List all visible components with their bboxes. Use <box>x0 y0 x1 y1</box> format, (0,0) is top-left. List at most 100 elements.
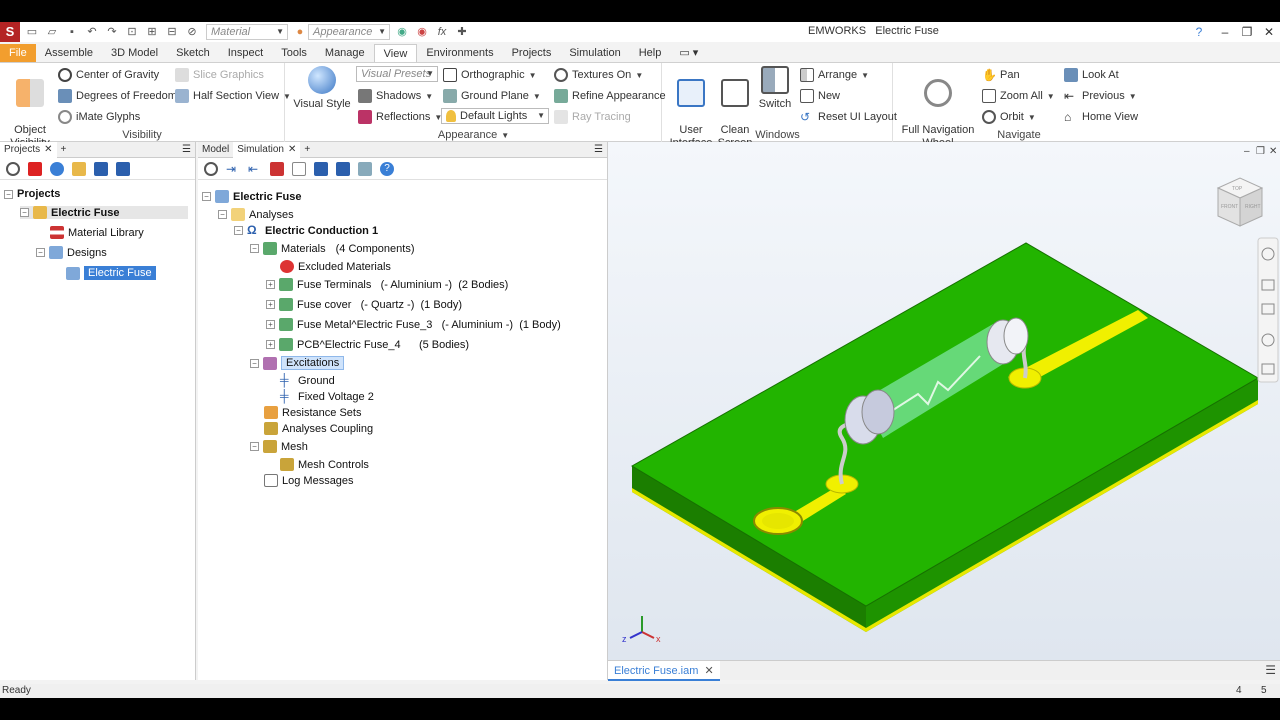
close-icon[interactable]: ✕ <box>288 144 296 155</box>
tree-node-excitations[interactable]: − Excitations <box>250 356 345 370</box>
close-button[interactable]: ✕ <box>1258 22 1280 42</box>
reflections-button[interactable]: Reflections ▼ <box>358 110 442 124</box>
ground-plane-button[interactable]: Ground Plane ▼ <box>443 89 541 103</box>
tree-node-designs[interactable]: − Designs <box>36 246 107 259</box>
tab-simulation-panel[interactable]: Simulation ✕ <box>233 141 301 158</box>
minimize-button[interactable]: – <box>1214 22 1236 42</box>
collapse-icon[interactable]: − <box>218 210 227 219</box>
tab-sketch[interactable]: Sketch <box>167 44 219 62</box>
help-icon[interactable]: ? <box>380 161 394 176</box>
restore-button[interactable]: ❐ <box>1236 22 1258 42</box>
tree-node-ground[interactable]: ╪ Ground <box>280 374 335 387</box>
expand-icon[interactable]: + <box>266 320 275 329</box>
visual-style-button[interactable]: Visual Style <box>292 66 352 111</box>
viewport-close-icon[interactable]: ✕ <box>1269 146 1277 157</box>
display-icon[interactable] <box>314 161 328 176</box>
ribbon-options-icon[interactable]: ▭ ▾ <box>670 44 707 62</box>
app-logo-icon[interactable]: S <box>0 22 20 42</box>
shadows-button[interactable]: Shadows ▼ <box>358 89 433 103</box>
tab-file[interactable]: File <box>0 44 36 62</box>
refresh-icon[interactable] <box>50 161 64 176</box>
search-icon[interactable] <box>204 161 218 176</box>
tree-node-fixed-voltage[interactable]: ╪ Fixed Voltage 2 <box>280 390 374 403</box>
collapse-icon[interactable]: − <box>20 208 29 217</box>
search-icon[interactable] <box>6 161 20 176</box>
close-icon[interactable]: ✕ <box>704 665 713 677</box>
select-icon[interactable]: ⊡ <box>124 24 140 40</box>
collapse-icon[interactable]: − <box>250 244 259 253</box>
home-view-button[interactable]: ⌂ Home View <box>1064 110 1138 124</box>
measure-icon[interactable]: ⊞ <box>144 24 160 40</box>
slice-graphics-button[interactable]: Slice Graphics <box>175 68 264 82</box>
look-at-button[interactable]: Look At <box>1064 68 1119 82</box>
delete-icon[interactable] <box>28 161 42 176</box>
viewcube[interactable]: TOP FRONT RIGHT <box>1216 177 1264 227</box>
tree-node-fuse-cover[interactable]: + Fuse cover (- Quartz -) (1 Body) <box>266 298 462 311</box>
tab-simulation[interactable]: Simulation <box>560 44 629 62</box>
tree-node-design-electric-fuse[interactable]: Electric Fuse <box>66 266 156 280</box>
lighting-select[interactable]: Default Lights ▼ <box>441 108 549 124</box>
tree-node-resistance-sets[interactable]: Resistance Sets <box>264 406 361 419</box>
tree-node-excluded-materials[interactable]: Excluded Materials <box>280 260 391 273</box>
degrees-of-freedom-button[interactable]: Degrees of Freedom <box>58 89 177 103</box>
tree-node-electric-fuse-project[interactable]: − Electric Fuse <box>20 206 188 219</box>
collapse-icon[interactable]: − <box>250 442 259 451</box>
zoom-all-button[interactable]: Zoom All ▼ <box>982 89 1055 103</box>
collapse-icon[interactable]: − <box>202 192 211 201</box>
tree-node-electric-fuse-root[interactable]: − Electric Fuse <box>202 190 301 203</box>
tree-node-analyses[interactable]: − Analyses <box>218 208 294 221</box>
appearance-group-label[interactable]: Appearance ▼ <box>286 129 661 141</box>
redo-icon[interactable]: ↷ <box>104 24 120 40</box>
copy-icon[interactable] <box>292 161 306 176</box>
tab-assemble[interactable]: Assemble <box>36 44 102 62</box>
help-icon[interactable]: ? <box>1184 22 1214 42</box>
visual-presets-select[interactable]: Visual Presets ▼ <box>356 66 438 82</box>
collapse-icon[interactable]: − <box>4 189 13 199</box>
tree-node-mesh-controls[interactable]: Mesh Controls <box>280 458 369 471</box>
tab-model[interactable]: Model <box>198 144 233 155</box>
viewport-restore-icon[interactable]: ❐ <box>1256 146 1265 157</box>
clear-appearance-icon[interactable]: ◉ <box>414 24 430 40</box>
tab-projects-panel[interactable]: Projects ✕ <box>0 141 57 158</box>
navigation-bar[interactable] <box>1257 237 1279 383</box>
collapse-icon[interactable]: − <box>234 226 243 235</box>
update-icon[interactable]: ⊟ <box>164 24 180 40</box>
doc-tab-electric-fuse[interactable]: Electric Fuse.iam ✕ <box>608 661 720 681</box>
brush-icon[interactable] <box>270 161 284 176</box>
collapse-icon[interactable]: − <box>250 358 259 368</box>
tree-node-material-library[interactable]: Material Library <box>50 226 144 239</box>
tree-node-materials[interactable]: − Materials (4 Components) <box>250 242 415 255</box>
expand-all-icon[interactable]: ⇥ <box>226 162 240 176</box>
tree-node-fuse-terminals[interactable]: + Fuse Terminals (- Aluminium -) (2 Bodie… <box>266 278 508 291</box>
fuse-model[interactable]: x z TOP FRONT RIGHT – ❐ ✕ <box>608 142 1280 660</box>
orthographic-button[interactable]: Orthographic ▼ <box>443 68 537 82</box>
new-file-icon[interactable]: ▭ <box>24 24 40 40</box>
close-icon[interactable]: ✕ <box>44 144 52 155</box>
expand-icon[interactable]: + <box>266 300 275 309</box>
tree-node-log-messages[interactable]: Log Messages <box>264 474 354 487</box>
viewport-minimize-icon[interactable]: – <box>1244 146 1250 157</box>
tree-node-projects[interactable]: − Projects <box>4 188 60 200</box>
collapse-icon[interactable]: − <box>36 248 45 257</box>
tree-node-pcb[interactable]: + PCB^Electric Fuse_4 (5 Bodies) <box>266 338 469 351</box>
pan-button[interactable]: ✋ Pan <box>982 68 1020 82</box>
doc-menu-icon[interactable]: ☰ <box>1265 663 1276 677</box>
tree-node-electric-conduction[interactable]: − Ω Electric Conduction 1 <box>234 224 378 237</box>
tab-manage[interactable]: Manage <box>316 44 374 62</box>
panel-menu-icon[interactable]: ☰ <box>182 144 195 155</box>
new-window-button[interactable]: New <box>800 89 840 103</box>
open-folder-icon[interactable] <box>72 161 86 176</box>
comment-icon[interactable] <box>358 161 372 176</box>
monitor-icon[interactable] <box>116 161 130 176</box>
cancel-icon[interactable]: ⊘ <box>184 24 200 40</box>
display-icon[interactable] <box>94 161 108 176</box>
half-section-view-button[interactable]: Half Section View ▼ <box>175 89 291 103</box>
expand-icon[interactable]: + <box>266 340 275 349</box>
3d-viewport[interactable]: x z TOP FRONT RIGHT – ❐ ✕ <box>608 142 1280 660</box>
arrange-button[interactable]: Arrange ▼ <box>800 68 869 82</box>
tab-environments[interactable]: Environments <box>417 44 502 62</box>
center-of-gravity-button[interactable]: Center of Gravity <box>58 68 159 82</box>
tree-node-mesh[interactable]: − Mesh <box>250 440 308 453</box>
panel-menu-icon[interactable]: ☰ <box>594 144 607 155</box>
previous-view-button[interactable]: ⇤ Previous ▼ <box>1064 89 1137 103</box>
